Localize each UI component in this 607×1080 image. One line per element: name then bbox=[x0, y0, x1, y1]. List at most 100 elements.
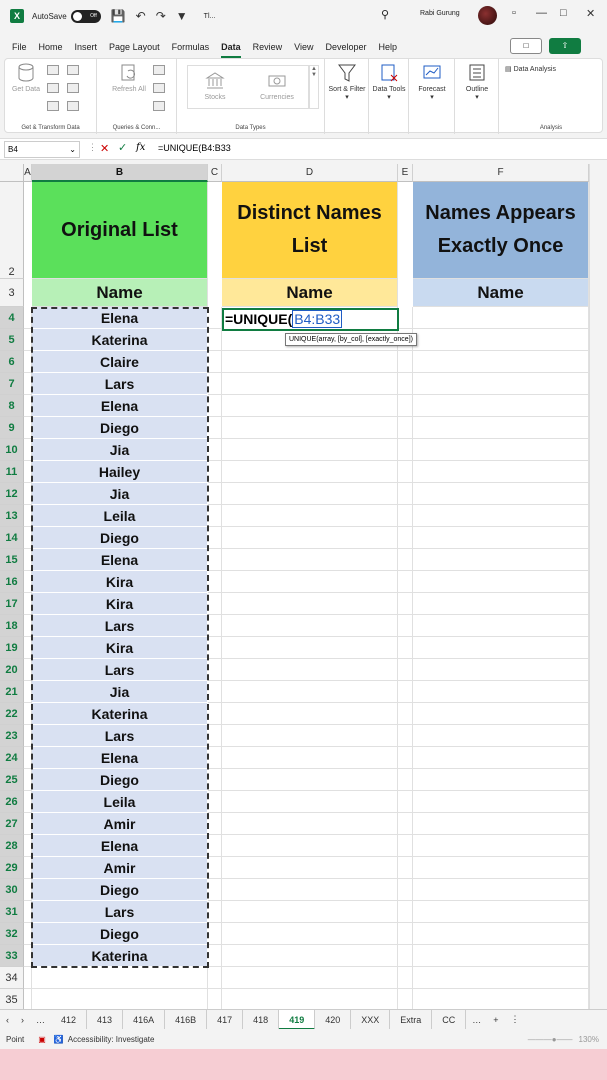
accessibility-icon[interactable]: ♿ bbox=[54, 1035, 64, 1044]
cell-e[interactable] bbox=[398, 593, 413, 615]
name-cell[interactable]: Kira bbox=[32, 593, 208, 615]
cell-f[interactable] bbox=[413, 747, 589, 769]
cell-c[interactable] bbox=[208, 373, 222, 395]
cell-f[interactable] bbox=[413, 681, 589, 703]
row-header[interactable]: 17 bbox=[0, 593, 24, 615]
row-header[interactable]: 6 bbox=[0, 351, 24, 373]
subheader-name-b[interactable]: Name bbox=[32, 279, 208, 307]
row-header[interactable]: 16 bbox=[0, 571, 24, 593]
cell-a[interactable] bbox=[24, 307, 32, 329]
cell-c[interactable] bbox=[208, 967, 222, 989]
row-header[interactable]: 27 bbox=[0, 813, 24, 835]
cell-e[interactable] bbox=[398, 439, 413, 461]
share-button[interactable]: ⇧ bbox=[549, 38, 581, 54]
existing-connections-icon[interactable] bbox=[67, 83, 79, 93]
cell-c[interactable] bbox=[208, 307, 222, 329]
name-cell[interactable]: Katerina bbox=[32, 703, 208, 725]
cell-a[interactable] bbox=[24, 989, 32, 1009]
close-icon[interactable]: ✕ bbox=[586, 7, 595, 20]
cell-f[interactable] bbox=[413, 307, 589, 329]
subheader-name-f[interactable]: Name bbox=[413, 279, 589, 307]
name-cell[interactable]: Jia bbox=[32, 439, 208, 461]
cell-f[interactable] bbox=[413, 461, 589, 483]
row-header[interactable]: 8 bbox=[0, 395, 24, 417]
row-header[interactable]: 20 bbox=[0, 659, 24, 681]
recent-sources-icon[interactable] bbox=[67, 65, 79, 75]
cell-d[interactable] bbox=[222, 395, 398, 417]
cell-d[interactable] bbox=[222, 967, 398, 989]
cell-a[interactable] bbox=[24, 593, 32, 615]
cell-c[interactable] bbox=[208, 417, 222, 439]
sheet-tab[interactable]: Extra bbox=[390, 1009, 433, 1030]
cell-c[interactable] bbox=[208, 681, 222, 703]
cell-e[interactable] bbox=[398, 791, 413, 813]
cell-f[interactable] bbox=[413, 945, 589, 967]
cell-d[interactable] bbox=[222, 747, 398, 769]
cell-e[interactable] bbox=[398, 901, 413, 923]
cell-a[interactable] bbox=[24, 967, 32, 989]
cell-a[interactable] bbox=[24, 945, 32, 967]
cell-d[interactable] bbox=[222, 439, 398, 461]
cell-e[interactable] bbox=[398, 373, 413, 395]
search-icon[interactable]: ⚲ bbox=[381, 8, 389, 21]
name-cell[interactable]: Leila bbox=[32, 791, 208, 813]
add-sheet-icon[interactable]: + bbox=[487, 1015, 504, 1025]
row-header[interactable]: 35 bbox=[0, 989, 24, 1009]
cell-c[interactable] bbox=[208, 747, 222, 769]
cell-e[interactable] bbox=[398, 571, 413, 593]
name-cell[interactable]: Amir bbox=[32, 857, 208, 879]
name-cell[interactable]: Claire bbox=[32, 351, 208, 373]
cell-a[interactable] bbox=[24, 483, 32, 505]
cell-e[interactable] bbox=[398, 417, 413, 439]
cell-f[interactable] bbox=[413, 791, 589, 813]
row-header[interactable]: 5 bbox=[0, 329, 24, 351]
cell-f[interactable] bbox=[413, 571, 589, 593]
cell-e[interactable] bbox=[398, 527, 413, 549]
cell-e[interactable] bbox=[398, 725, 413, 747]
cell-c[interactable] bbox=[208, 703, 222, 725]
row-header[interactable]: 26 bbox=[0, 791, 24, 813]
name-cell[interactable]: Diego bbox=[32, 923, 208, 945]
name-cell[interactable]: Diego bbox=[32, 879, 208, 901]
sheet-tab[interactable]: 416B bbox=[165, 1009, 208, 1030]
name-cell[interactable]: Elena bbox=[32, 307, 208, 329]
name-cell[interactable]: Kira bbox=[32, 637, 208, 659]
cell-f[interactable] bbox=[413, 813, 589, 835]
data-tools-button[interactable]: Data Tools ▾ bbox=[371, 63, 407, 101]
cell-a[interactable] bbox=[24, 835, 32, 857]
cell-f[interactable] bbox=[413, 703, 589, 725]
autosave-toggle[interactable]: Off bbox=[70, 9, 101, 23]
column-header-c[interactable]: C bbox=[208, 164, 222, 182]
cell-d[interactable] bbox=[222, 615, 398, 637]
name-cell[interactable]: Hailey bbox=[32, 461, 208, 483]
sheet-tab-active[interactable]: 419 bbox=[279, 1009, 316, 1030]
cell-a[interactable] bbox=[24, 813, 32, 835]
cell-f[interactable] bbox=[413, 615, 589, 637]
cell-f[interactable] bbox=[413, 417, 589, 439]
tab-home[interactable]: Home bbox=[33, 36, 69, 58]
from-text-icon[interactable] bbox=[47, 65, 59, 75]
cell-a[interactable] bbox=[24, 791, 32, 813]
cell-e[interactable] bbox=[398, 879, 413, 901]
cell-e[interactable] bbox=[398, 747, 413, 769]
row-header[interactable]: 2 bbox=[0, 182, 24, 279]
row-header[interactable]: 21 bbox=[0, 681, 24, 703]
tab-view[interactable]: View bbox=[288, 36, 319, 58]
cell-c[interactable] bbox=[208, 637, 222, 659]
cell-a[interactable] bbox=[24, 461, 32, 483]
cell-a[interactable] bbox=[24, 725, 32, 747]
cell-c[interactable] bbox=[208, 527, 222, 549]
cell-a[interactable] bbox=[24, 549, 32, 571]
row-header[interactable]: 28 bbox=[0, 835, 24, 857]
cell-c[interactable] bbox=[208, 549, 222, 571]
cell-a[interactable] bbox=[24, 637, 32, 659]
currencies-button[interactable]: Currencies bbox=[249, 71, 305, 101]
cell-e[interactable] bbox=[398, 395, 413, 417]
row-header[interactable]: 12 bbox=[0, 483, 24, 505]
tab-more-right-icon[interactable]: … bbox=[466, 1015, 487, 1025]
properties-icon[interactable] bbox=[153, 83, 165, 93]
cell-a[interactable] bbox=[24, 703, 32, 725]
cell-d[interactable] bbox=[222, 549, 398, 571]
row-header[interactable]: 10 bbox=[0, 439, 24, 461]
header-distinct-names[interactable]: Distinct Names List bbox=[222, 182, 398, 279]
